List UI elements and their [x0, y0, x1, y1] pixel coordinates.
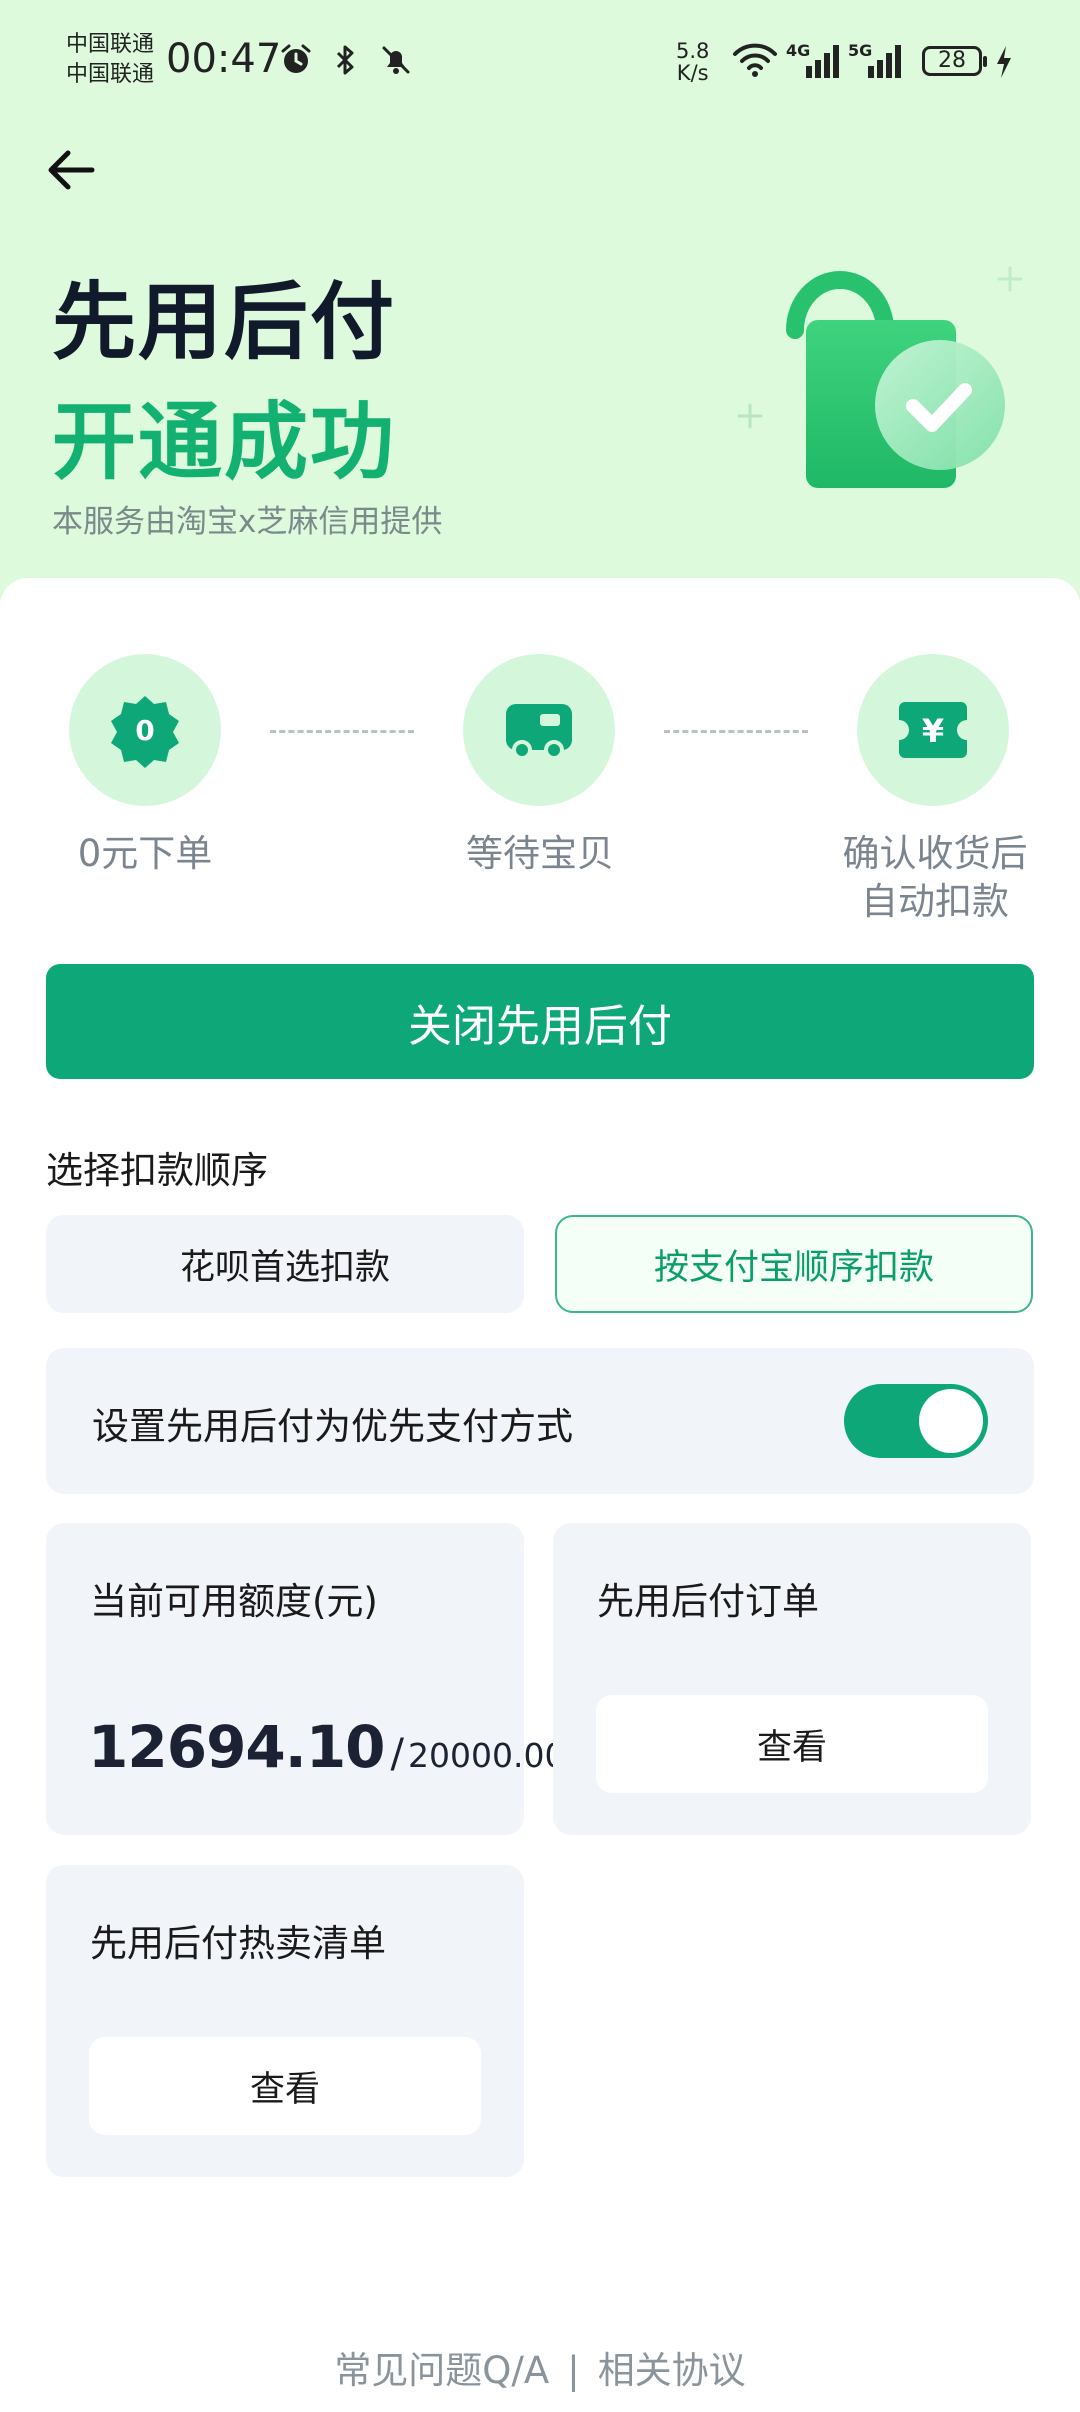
available-credit: 12694.10: [88, 1713, 386, 1781]
hot-list-title: 先用后付热卖清单: [90, 1922, 386, 1965]
success-title: 开通成功: [52, 393, 397, 491]
carrier-labels: 中国联通 中国联通: [66, 30, 154, 90]
step-wait-circle: [463, 654, 615, 806]
carrier-1: 中国联通: [66, 32, 155, 57]
footer-separator: |: [567, 2349, 580, 2392]
credit-separator: /: [390, 1731, 405, 1777]
footer-links: 常见问题Q/A | 相关协议: [0, 2340, 1080, 2394]
close-pay-later-button[interactable]: 关闭先用后付: [46, 964, 1034, 1079]
agreement-link[interactable]: 相关协议: [598, 2349, 746, 2392]
shopping-bag-check-illustration: [730, 250, 1030, 490]
back-button[interactable]: [42, 140, 102, 200]
total-credit: 20000.00: [408, 1736, 566, 1775]
view-orders-button[interactable]: 查看: [596, 1695, 988, 1793]
step-label-order: 0元下单: [77, 832, 213, 875]
battery-indicator: 28: [922, 46, 987, 76]
priority-payment-label: 设置先用后付为优先支付方式: [92, 1405, 573, 1448]
faq-link[interactable]: 常见问题Q/A: [334, 2349, 549, 2392]
signal-4g-icon: 4G: [786, 40, 844, 84]
step-label-deduct: 确认收货后 自动扣款: [842, 832, 1028, 923]
hot-list-card: 先用后付热卖清单 查看: [46, 1865, 524, 2177]
mute-bell-icon: [378, 42, 414, 78]
deduction-order-title: 选择扣款顺序: [46, 1149, 268, 1192]
svg-text:5G: 5G: [848, 41, 872, 60]
priority-payment-toggle[interactable]: [844, 1384, 988, 1458]
option-huabei-first[interactable]: 花呗首选扣款: [46, 1215, 524, 1313]
step-label-wait: 等待宝贝: [466, 832, 614, 875]
status-bar: 中国联通 中国联通 00:47 5.8 K/s 4G 5G 28: [0, 0, 1080, 120]
svg-text:¥: ¥: [922, 712, 944, 750]
wifi-icon: [732, 42, 778, 82]
status-icons: [278, 42, 414, 78]
clock: 00:47: [166, 36, 282, 82]
priority-payment-row: 设置先用后付为优先支付方式: [46, 1348, 1034, 1494]
yen-ticket-icon: ¥: [899, 702, 967, 758]
step-deduct-circle: ¥: [857, 654, 1009, 806]
zero-badge-icon: 0: [111, 696, 179, 768]
back-arrow-icon: [48, 150, 95, 190]
step-connector: [664, 730, 808, 733]
step-connector: [270, 730, 414, 733]
net-speed: 5.8 K/s: [676, 39, 710, 85]
toggle-knob: [919, 1389, 983, 1453]
carrier-2: 中国联通: [66, 62, 155, 87]
orders-card: 先用后付订单 查看: [553, 1523, 1031, 1835]
svg-text:4G: 4G: [786, 41, 810, 60]
credit-limit-value: 12694.10 / 20000.00: [88, 1713, 565, 1781]
bluetooth-icon: [328, 42, 364, 78]
view-hot-list-button[interactable]: 查看: [89, 2037, 481, 2135]
truck-icon: [506, 704, 572, 760]
orders-title: 先用后付订单: [597, 1580, 819, 1623]
credit-limit-card: 当前可用额度(元) 12694.10 / 20000.00: [46, 1523, 565, 1835]
provider-subtitle: 本服务由淘宝x芝麻信用提供: [52, 504, 443, 540]
page-title: 先用后付: [52, 273, 397, 371]
svg-text:0: 0: [135, 714, 154, 747]
credit-limit-title: 当前可用额度(元): [90, 1580, 378, 1623]
signal-5g-icon: 5G: [848, 40, 906, 84]
charging-icon: [994, 44, 1014, 84]
step-order-circle: 0: [69, 654, 221, 806]
alarm-icon: [278, 42, 314, 78]
option-alipay-order[interactable]: 按支付宝顺序扣款: [555, 1215, 1033, 1313]
